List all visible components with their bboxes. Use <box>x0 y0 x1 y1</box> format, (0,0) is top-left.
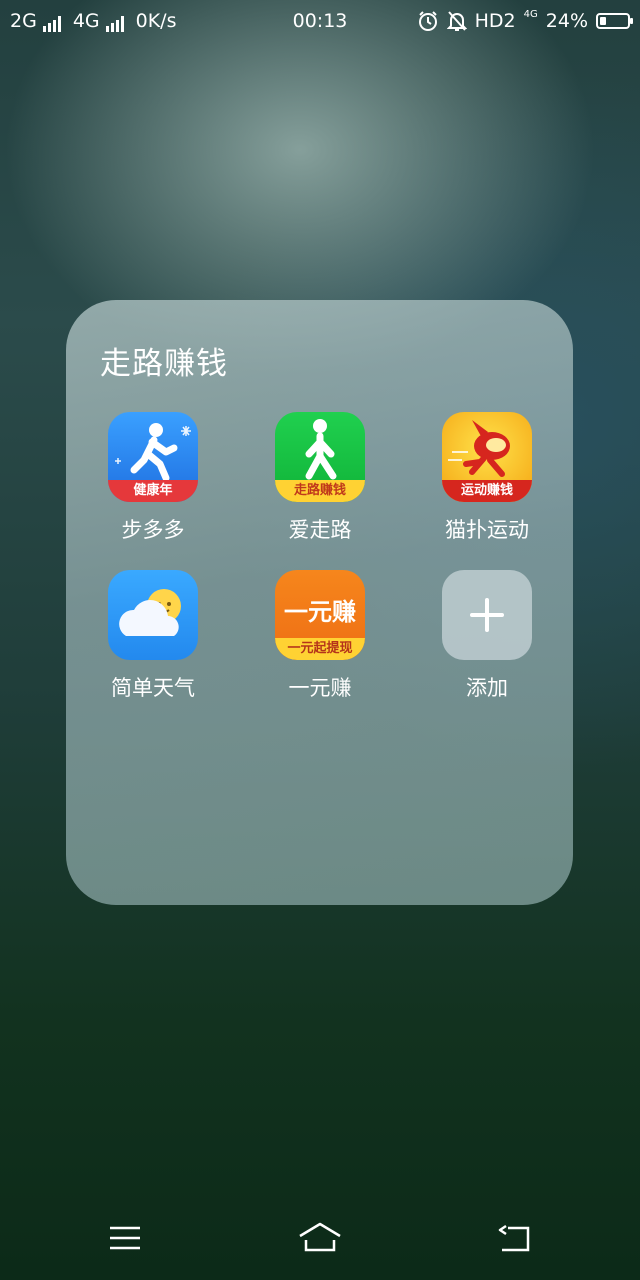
app-label: 添加 <box>466 676 508 700</box>
battery-percent: 24% <box>545 10 588 32</box>
app-folder: 走路赚钱 健康年 步多多 走路赚钱 爱走路 运动赚钱 猫扑运动 简单天气 一元赚… <box>66 300 573 905</box>
app-ribbon: 运动赚钱 <box>442 480 532 502</box>
app-label: 步多多 <box>121 518 185 542</box>
alarm-clock-icon <box>418 11 437 31</box>
app-jian-dan-tian-qi[interactable]: 简单天气 <box>78 570 228 702</box>
small-network-label: 4G <box>523 8 538 20</box>
plus-icon[interactable] <box>442 570 532 660</box>
app-label: 一元赚 <box>288 676 352 700</box>
folder-title[interactable]: 走路赚钱 <box>100 338 228 383</box>
menu-icon <box>110 1226 140 1250</box>
running-person-icon[interactable]: 健康年 <box>108 412 198 502</box>
status-right: HD2 4G 24% <box>417 8 633 32</box>
menu-button[interactable] <box>100 1218 150 1258</box>
coin-icon[interactable]: 一元赚 一元起提现 <box>275 570 365 660</box>
back-button[interactable] <box>490 1218 540 1258</box>
battery-icon <box>596 13 633 29</box>
app-label: 爱走路 <box>288 518 352 542</box>
status-bar: 2G 4G 0K/s 00:13 HD2 4G 24% <box>0 0 640 44</box>
app-label: 猫扑运动 <box>445 518 529 542</box>
home-icon <box>299 1222 341 1252</box>
app-yi-yuan-zhuan[interactable]: 一元赚 一元起提现 一元赚 <box>245 570 395 702</box>
bell-off-icon <box>446 11 467 31</box>
app-icon-text: 一元赚 <box>284 598 356 626</box>
app-ai-zou-lu[interactable]: 走路赚钱 爱走路 <box>245 412 395 544</box>
hd-label: HD2 <box>474 10 516 32</box>
weather-sun-cloud-icon[interactable] <box>108 570 198 660</box>
mascot-icon[interactable]: 运动赚钱 <box>442 412 532 502</box>
app-ribbon: 一元起提现 <box>275 638 365 660</box>
app-label: 简单天气 <box>111 676 195 700</box>
walking-person-icon[interactable]: 走路赚钱 <box>275 412 365 502</box>
battery-fill <box>600 17 606 25</box>
app-ribbon: 走路赚钱 <box>275 480 365 502</box>
back-icon <box>498 1224 530 1252</box>
add-app-button[interactable]: 添加 <box>412 570 562 702</box>
app-bu-duo-duo[interactable]: 健康年 步多多 <box>78 412 228 544</box>
app-ribbon: 健康年 <box>108 480 198 502</box>
app-mao-pu-yun-dong[interactable]: 运动赚钱 猫扑运动 <box>412 412 562 544</box>
navigation-bar <box>0 1200 640 1280</box>
home-button[interactable] <box>295 1218 345 1258</box>
